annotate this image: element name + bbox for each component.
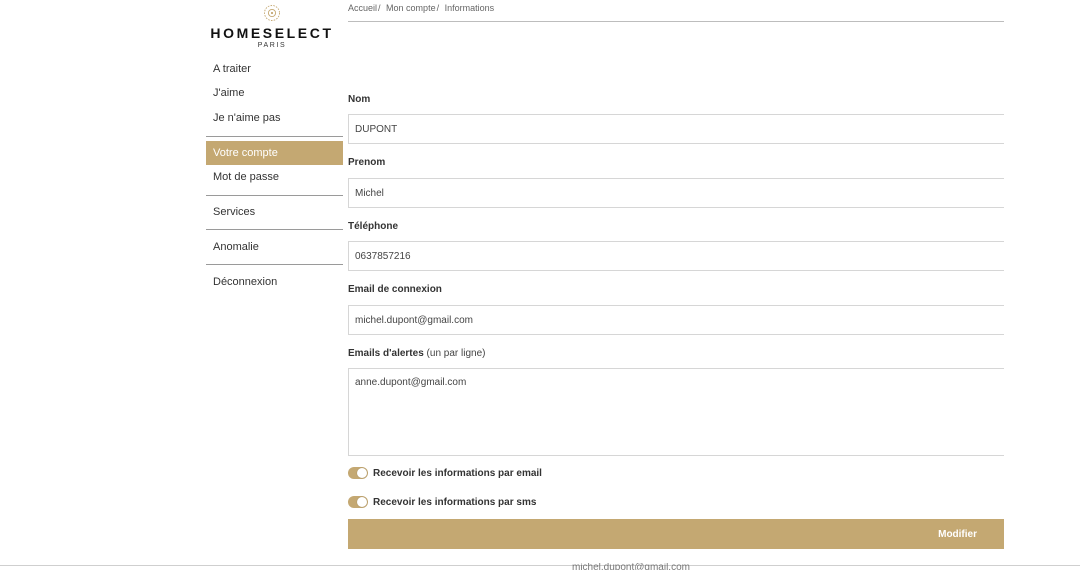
sidebar-divider	[206, 229, 343, 230]
emails-alertes-label: Emails d'alertes (un par ligne)	[348, 347, 485, 361]
breadcrumb-accueil[interactable]: Accueil	[348, 3, 377, 13]
sms-notification-toggle[interactable]	[348, 496, 368, 508]
telephone-field[interactable]	[348, 241, 1004, 271]
sidebar-item-mot-de-passe[interactable]: Mot de passe	[206, 165, 343, 189]
prenom-label: Prenom	[348, 157, 386, 168]
sms-notification-label: Recevoir les informations par sms	[373, 496, 537, 508]
breadcrumb: Accueil/ Mon compte/ Informations	[348, 2, 494, 14]
sidebar-item-jaime[interactable]: J'aime	[206, 81, 343, 105]
toggle-knob	[357, 468, 367, 478]
sidebar-item-je-naime-pas[interactable]: Je n'aime pas	[206, 106, 343, 130]
sidebar-divider	[206, 264, 343, 265]
sidebar-item-a-traiter[interactable]: A traiter	[206, 57, 343, 81]
email-notification-label: Recevoir les informations par email	[373, 467, 542, 479]
prenom-field[interactable]	[348, 178, 1004, 208]
telephone-label: Téléphone	[348, 221, 399, 232]
email-notification-toggle[interactable]	[348, 467, 368, 479]
breadcrumb-separator: /	[378, 3, 381, 13]
breadcrumb-mon-compte[interactable]: Mon compte	[386, 3, 436, 13]
toggle-knob	[357, 497, 367, 507]
breadcrumb-divider	[348, 21, 1004, 22]
emails-alertes-textarea[interactable]: anne.dupont@gmail.com	[348, 368, 1004, 456]
sidebar-item-deconnexion[interactable]: Déconnexion	[206, 270, 343, 294]
emails-alertes-hint: (un par ligne)	[426, 348, 486, 359]
brand-logo[interactable]: HOMESELECT PARIS	[206, 4, 338, 51]
emails-alertes-label-text: Emails d'alertes	[348, 348, 424, 359]
modifier-button[interactable]: Modifier	[348, 519, 1004, 549]
sidebar-divider	[206, 195, 343, 196]
brand-city: PARIS	[257, 42, 287, 49]
sidebar-item-anomalie[interactable]: Anomalie	[206, 235, 343, 259]
brand-name: HOMESELECT	[210, 25, 334, 41]
bottom-divider	[0, 565, 1080, 566]
email-connexion-field[interactable]	[348, 305, 1004, 335]
nom-field[interactable]	[348, 114, 1004, 144]
sidebar-item-services[interactable]: Services	[206, 200, 343, 224]
sidebar-divider	[206, 136, 343, 137]
toggle-email-row[interactable]: Recevoir les informations par email	[348, 466, 542, 480]
footer-partial-text: michel.dupont@gmail.com	[572, 563, 690, 570]
sidebar-item-votre-compte[interactable]: Votre compte	[206, 141, 343, 165]
email-connexion-label: Email de connexion	[348, 284, 442, 295]
breadcrumb-current: Informations	[444, 3, 495, 13]
breadcrumb-separator: /	[436, 3, 440, 13]
nom-label: Nom	[348, 94, 371, 105]
lotus-emblem-icon	[264, 5, 280, 21]
toggle-sms-row[interactable]: Recevoir les informations par sms	[348, 495, 536, 509]
